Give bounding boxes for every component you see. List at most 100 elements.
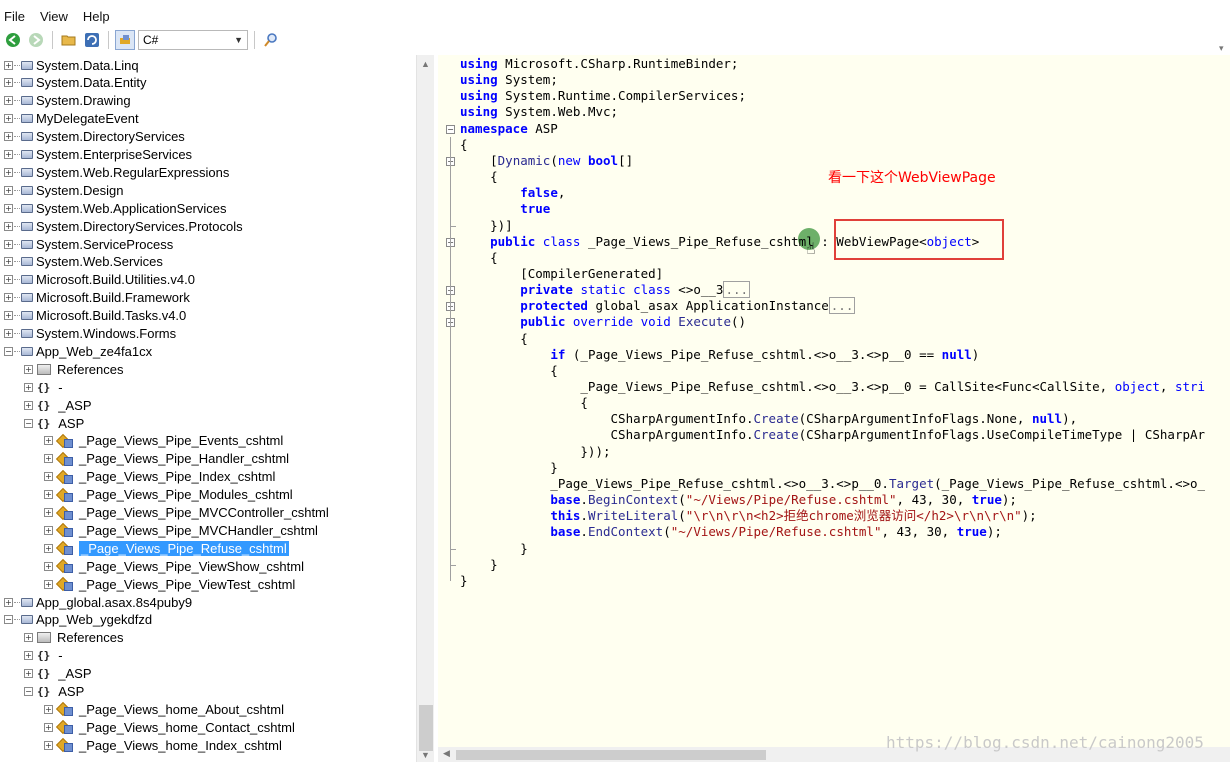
scroll-left-icon[interactable]: ◀: [443, 748, 450, 759]
collapse-icon[interactable]: −: [24, 418, 33, 428]
expand-icon[interactable]: +: [4, 132, 13, 142]
expand-icon[interactable]: +: [4, 167, 13, 177]
collapsed-region[interactable]: ...: [828, 297, 856, 315]
tree-item[interactable]: + _Page_Views_Pipe_ViewShow_cshtml: [44, 557, 304, 575]
tree-item[interactable]: + _Page_Views_Pipe_Handler_cshtml: [44, 450, 289, 468]
tree-item[interactable]: + System.Web.RegularExpressions: [4, 163, 229, 181]
tree-item[interactable]: − App_Web_ze4fa1cx: [4, 342, 152, 360]
expand-icon[interactable]: +: [44, 543, 53, 553]
collapse-icon[interactable]: −: [24, 687, 33, 696]
tree-item[interactable]: + _Page_Views_home_About_cshtml: [44, 700, 284, 718]
tree-item[interactable]: + System.Windows.Forms: [4, 325, 176, 343]
expand-icon[interactable]: +: [4, 597, 13, 607]
expand-icon[interactable]: +: [44, 508, 53, 517]
expand-icon[interactable]: +: [44, 704, 53, 714]
tree-item[interactable]: + {} -: [24, 647, 63, 665]
tree-item[interactable]: + Microsoft.Build.Framework: [4, 289, 190, 307]
expand-icon[interactable]: +: [44, 436, 53, 446]
tree-item[interactable]: + System.DirectoryServices: [4, 128, 185, 146]
tree-item[interactable]: + Microsoft.Build.Utilities.v4.0: [4, 271, 195, 289]
expand-icon[interactable]: +: [4, 239, 13, 249]
expand-icon[interactable]: +: [24, 633, 33, 643]
expand-icon[interactable]: +: [44, 579, 53, 589]
tree-scrollbar[interactable]: ▲ ▼: [416, 55, 434, 762]
expand-icon[interactable]: +: [24, 382, 33, 392]
tree-item[interactable]: + System.Web.ApplicationServices: [4, 199, 227, 217]
scroll-up-icon[interactable]: ▲: [421, 59, 430, 69]
tree-item[interactable]: + System.Design: [4, 181, 123, 199]
expand-icon[interactable]: +: [24, 651, 33, 661]
tree-item[interactable]: + _Page_Views_Pipe_Index_cshtml: [44, 468, 275, 486]
tree-item[interactable]: + References: [24, 629, 123, 647]
menu-file[interactable]: File: [4, 9, 25, 24]
collapse-region-icon[interactable]: −: [446, 124, 455, 134]
forward-icon[interactable]: [26, 30, 46, 50]
open-icon[interactable]: [59, 30, 79, 50]
back-icon[interactable]: [3, 30, 23, 50]
assembly-tree[interactable]: + System.Data.Linq + System.Data.Entity + Sys…: [0, 55, 416, 762]
tree-item[interactable]: + _Page_Views_Pipe_MVCController_cshtml: [44, 504, 329, 522]
tree-item[interactable]: + {} -: [24, 378, 63, 396]
expand-icon[interactable]: +: [44, 454, 53, 464]
tree-item[interactable]: − App_Web_ygekdfzd: [4, 611, 152, 629]
expand-icon[interactable]: +: [4, 257, 13, 267]
collapse-icon[interactable]: −: [4, 615, 13, 625]
tree-item[interactable]: + System.Drawing: [4, 92, 131, 110]
tree-item[interactable]: −{} ASP: [24, 414, 84, 432]
tree-item[interactable]: + _Page_Views_Pipe_ViewTest_cshtml: [44, 575, 295, 593]
tree-item[interactable]: + System.EnterpriseServices: [4, 146, 192, 164]
collapse-icon[interactable]: −: [4, 346, 13, 356]
tree-item[interactable]: −{} ASP: [24, 683, 84, 701]
expand-icon[interactable]: +: [4, 114, 13, 124]
language-select[interactable]: C# ▼: [138, 30, 248, 50]
expand-icon[interactable]: +: [24, 364, 33, 374]
tree-item[interactable]: + System.ServiceProcess: [4, 235, 173, 253]
expand-icon[interactable]: +: [4, 150, 13, 159]
menu-help[interactable]: Help: [83, 9, 110, 24]
expand-icon[interactable]: +: [4, 78, 13, 88]
expand-icon[interactable]: +: [44, 472, 53, 482]
expand-icon[interactable]: +: [44, 561, 53, 571]
tree-item[interactable]: + References: [24, 360, 123, 378]
tree-item[interactable]: + System.DirectoryServices.Protocols: [4, 217, 243, 235]
scrollbar-thumb[interactable]: [456, 750, 766, 760]
refresh-icon[interactable]: [82, 30, 102, 50]
scroll-up-icon[interactable]: ▾: [1219, 43, 1224, 54]
scroll-down-icon[interactable]: ▼: [421, 750, 430, 760]
expand-icon[interactable]: +: [4, 96, 13, 106]
expand-icon[interactable]: +: [24, 669, 33, 679]
expand-icon[interactable]: +: [4, 275, 13, 285]
tree-item[interactable]: + _Page_Views_Pipe_Modules_cshtml: [44, 486, 293, 504]
tree-item[interactable]: + Microsoft.Build.Tasks.v4.0: [4, 307, 186, 325]
expand-icon[interactable]: +: [4, 293, 13, 303]
expand-icon[interactable]: +: [44, 490, 53, 500]
expand-icon[interactable]: +: [44, 722, 53, 732]
menu-view[interactable]: View: [40, 9, 68, 24]
search-icon[interactable]: [261, 30, 281, 50]
expand-icon[interactable]: +: [4, 60, 13, 70]
expand-icon[interactable]: +: [44, 525, 53, 535]
collapsed-region[interactable]: ...: [723, 281, 751, 299]
expand-icon[interactable]: +: [44, 740, 53, 750]
tree-item[interactable]: + App_global.asax.8s4puby9: [4, 593, 192, 611]
code-vertical-scrollbar[interactable]: ▾: [1213, 43, 1230, 747]
expand-icon[interactable]: +: [4, 221, 13, 231]
expand-icon[interactable]: +: [4, 329, 13, 338]
expand-icon[interactable]: +: [24, 400, 33, 410]
code-view[interactable]: 看一下这个WebViewPage ☝ using Microsoft.CShar…: [438, 55, 1230, 747]
tree-item[interactable]: + {} _ASP: [24, 665, 92, 683]
tree-item[interactable]: + _Page_Views_Pipe_Refuse_cshtml: [44, 539, 289, 557]
expand-icon[interactable]: +: [4, 185, 13, 195]
tree-item[interactable]: + System.Data.Linq: [4, 56, 139, 74]
expand-icon[interactable]: +: [4, 203, 13, 213]
settings-icon[interactable]: [115, 30, 135, 50]
tree-item[interactable]: + _Page_Views_Pipe_Events_cshtml: [44, 432, 283, 450]
tree-item[interactable]: + MyDelegateEvent: [4, 110, 139, 128]
tree-item[interactable]: + _Page_Views_home_Contact_cshtml: [44, 718, 295, 736]
tree-item[interactable]: + _Page_Views_Pipe_MVCHandler_cshtml: [44, 521, 318, 539]
tree-item[interactable]: + _Page_Views_home_Index_cshtml: [44, 736, 282, 754]
scrollbar-thumb[interactable]: [419, 705, 433, 751]
expand-icon[interactable]: +: [4, 311, 13, 321]
tree-item[interactable]: + {} _ASP: [24, 396, 92, 414]
tree-item[interactable]: + System.Web.Services: [4, 253, 163, 271]
